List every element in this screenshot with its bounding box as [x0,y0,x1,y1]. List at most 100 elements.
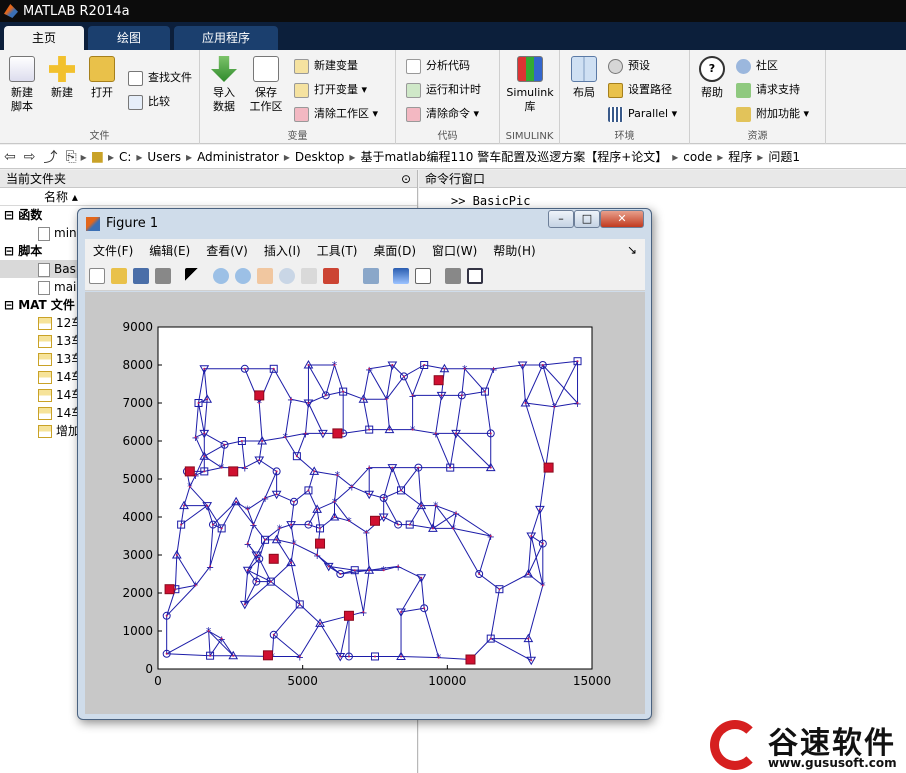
zoom-out-icon[interactable] [235,268,251,284]
run-and-time-button[interactable]: 运行和计时 [406,80,481,100]
node-point [278,527,281,530]
clear-workspace-button[interactable]: 清除工作区 ▾ [294,104,378,124]
x-tick-label: 0 [154,674,162,688]
breadcrumb-desktop[interactable]: Desktop [295,150,345,164]
close-button[interactable]: ✕ [600,210,644,228]
new-script-icon [9,56,35,82]
node-point [498,588,501,591]
pointer-icon[interactable] [185,268,201,284]
node-point [347,519,350,522]
save-icon[interactable] [133,268,149,284]
help-button[interactable]: ? 帮助 [692,56,732,100]
node-point [417,466,420,469]
colorbar-icon[interactable] [393,268,409,284]
menu-edit[interactable]: 编辑(E) [149,242,190,259]
scatter-plot[interactable]: *+*+*+*+*+*+*+*+*+*+*+*+*+*+*+*+*+*+*+*+… [85,292,645,714]
node-point [298,655,301,658]
new-figure-icon[interactable] [89,268,105,284]
node-marker: + [365,365,373,376]
back-arrow-icon[interactable]: ⇦ [4,149,16,165]
layout-button[interactable]: 布局 [564,56,604,100]
add-ons-button[interactable]: 附加功能 ▾ [736,104,809,124]
breadcrumb-drive[interactable]: C: [119,150,131,164]
open-button[interactable]: 打开 [82,56,122,100]
node-point [188,485,191,488]
menu-window[interactable]: 窗口(W) [432,242,477,259]
minimize-button[interactable]: – [548,210,574,228]
node-point [203,367,206,370]
mat-file-icon [38,389,52,402]
breadcrumb-program[interactable]: 程序 [728,148,752,165]
menu-file[interactable]: 文件(F) [93,242,133,259]
simulink-icon [517,56,543,82]
node-point [576,402,579,404]
find-files-button[interactable]: 查找文件 [128,68,192,88]
compare-icon [128,95,143,110]
panel-menu-icon[interactable]: ⊙ [401,170,411,188]
menu-view[interactable]: 查看(V) [206,242,248,259]
tab-plots[interactable]: 绘图 [88,26,170,50]
node-point [368,493,371,496]
node-point [382,497,385,499]
menu-desktop[interactable]: 桌面(D) [373,242,416,259]
highlight-marker [370,515,380,526]
compare-button[interactable]: 比较 [128,92,170,112]
node-point [483,390,486,393]
request-support-button[interactable]: 请求支持 [736,80,800,100]
browse-folder-icon[interactable]: ⎘ [65,149,76,165]
analyze-code-button[interactable]: 分析代码 [406,56,470,76]
rotate-3d-icon[interactable] [279,268,295,284]
open-variable-button[interactable]: 打开变量 ▾ [294,80,367,100]
community-button[interactable]: 社区 [736,56,778,76]
clear-workspace-icon [294,107,309,122]
parallel-button[interactable]: Parallel ▾ [608,104,677,124]
simulink-library-button[interactable]: Simulink 库 [506,56,554,114]
breadcrumb-project[interactable]: 基于matlab编程110 警车配置及巡逻方案【程序+论文】 [360,148,667,165]
forward-arrow-icon[interactable]: ⇨ [24,149,36,165]
menu-insert[interactable]: 插入(I) [264,242,301,259]
clear-commands-icon [406,107,421,122]
preferences-button[interactable]: 预设 [608,56,650,76]
node-point [541,584,544,587]
print-icon[interactable] [155,268,171,284]
menubar-dock-icon[interactable]: ↘ [627,243,637,257]
new-button[interactable]: 新建 [42,56,82,100]
tab-apps[interactable]: 应用程序 [174,26,278,50]
tab-home[interactable]: 主页 [4,26,84,50]
import-data-button[interactable]: 导入 数据 [204,56,244,114]
node-point [434,432,437,435]
save-workspace-button[interactable]: 保存 工作区 [246,56,286,114]
breadcrumb-problem1[interactable]: 问题1 [768,148,800,165]
node-point [538,508,541,511]
up-folder-icon[interactable]: ⤴ [43,147,57,167]
pan-icon[interactable] [257,268,273,284]
legend-icon[interactable] [415,268,431,284]
maximize-button[interactable]: □ [574,210,600,228]
clear-commands-button[interactable]: 清除命令 ▾ [406,104,479,124]
set-path-button[interactable]: 设置路径 [608,80,672,100]
data-cursor-icon[interactable] [301,268,317,284]
menu-tools[interactable]: 工具(T) [317,242,358,259]
open-file-icon[interactable] [111,268,127,284]
menu-help[interactable]: 帮助(H) [493,242,535,259]
zoom-in-icon[interactable] [213,268,229,284]
new-script-button[interactable]: 新建 脚本 [2,56,42,114]
name-column-header[interactable]: 名称 ▴ [0,188,417,206]
hide-plot-tools-icon[interactable] [445,268,461,284]
breadcrumb-administrator[interactable]: Administrator [197,150,279,164]
node-point [246,508,249,511]
command-line[interactable]: >> BasicPic [419,188,906,208]
node-marker: + [489,365,497,376]
link-plot-icon[interactable] [363,268,379,284]
section-scripts-label: 脚本 [18,244,43,258]
node-point [258,459,261,461]
group-label-simulink: SIMULINK [505,131,554,142]
new-variable-button[interactable]: 新建变量 [294,56,358,76]
brush-icon[interactable] [323,268,339,284]
breadcrumb-code[interactable]: code [683,150,712,164]
node-point [382,516,385,518]
show-plot-tools-icon[interactable] [467,268,483,284]
node-point [391,466,394,469]
breadcrumb-users[interactable]: Users [147,150,181,164]
figure-window[interactable]: Figure 1 – □ ✕ 文件(F) 编辑(E) 查看(V) 插入(I) 工… [77,208,652,720]
